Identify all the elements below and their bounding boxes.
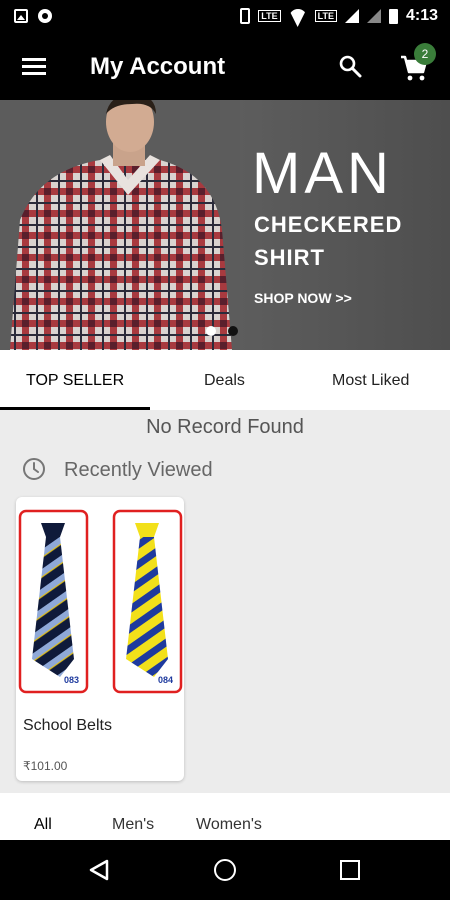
circle-icon <box>38 9 52 23</box>
carousel-dot-active[interactable] <box>228 326 238 336</box>
page-title: My Account <box>90 53 226 80</box>
clock-icon <box>23 458 45 480</box>
banner-subtitle-line2: SHIRT <box>254 245 325 270</box>
clock: 4:13 <box>405 7 438 24</box>
tab-most-liked[interactable]: Most Liked <box>332 372 409 390</box>
home-icon[interactable] <box>214 859 236 881</box>
vibrate-icon <box>240 8 251 24</box>
banner-subtitle-line1: CHECKERED <box>254 212 403 237</box>
menu-icon[interactable] <box>22 56 46 76</box>
tab-mens[interactable]: Men's <box>112 816 154 834</box>
category-tabs: All Men's Women's <box>0 793 450 840</box>
recent-apps-icon[interactable] <box>340 860 360 880</box>
product-card[interactable]: 083 084 School Belts ₹101.00 <box>16 497 184 781</box>
promo-banner[interactable]: MAN CHECKERED SHIRT SHOP NOW >> <box>0 100 450 350</box>
image-icon <box>14 9 28 23</box>
empty-state-message: No Record Found <box>146 416 304 438</box>
search-icon[interactable] <box>338 54 362 78</box>
carousel-indicator <box>206 326 238 336</box>
shop-now-link[interactable]: SHOP NOW >> <box>254 290 352 306</box>
model-photo <box>0 100 240 350</box>
lte-label: LTE <box>314 10 337 22</box>
battery-icon <box>388 8 398 24</box>
tab-womens[interactable]: Women's <box>196 816 262 834</box>
svg-text:083: 083 <box>64 675 79 685</box>
wifi-icon <box>289 9 307 23</box>
status-bar: LTE LTE 4:13 <box>0 0 450 34</box>
banner-title: MAN <box>252 141 393 206</box>
svg-text:084: 084 <box>158 675 173 685</box>
recently-viewed-title: Recently Viewed <box>64 459 213 481</box>
carousel-dot[interactable] <box>206 326 216 336</box>
product-image: 083 084 <box>18 509 183 694</box>
product-tabs: TOP SELLER Deals Most Liked <box>0 350 450 410</box>
app-bar: My Account <box>0 34 450 100</box>
tab-all[interactable]: All <box>34 816 52 834</box>
signal-icon <box>344 9 359 23</box>
active-tab-indicator <box>0 407 150 410</box>
back-icon[interactable] <box>88 859 110 881</box>
signal-icon <box>366 9 381 23</box>
tab-top-seller[interactable]: TOP SELLER <box>26 372 124 390</box>
system-navigation-bar <box>0 840 450 900</box>
product-price: ₹101.00 <box>23 759 68 773</box>
product-name: School Belts <box>23 717 112 734</box>
volte-icon: LTE <box>258 10 281 22</box>
tab-deals[interactable]: Deals <box>204 372 245 390</box>
cart-count-badge: 2 <box>414 43 436 65</box>
